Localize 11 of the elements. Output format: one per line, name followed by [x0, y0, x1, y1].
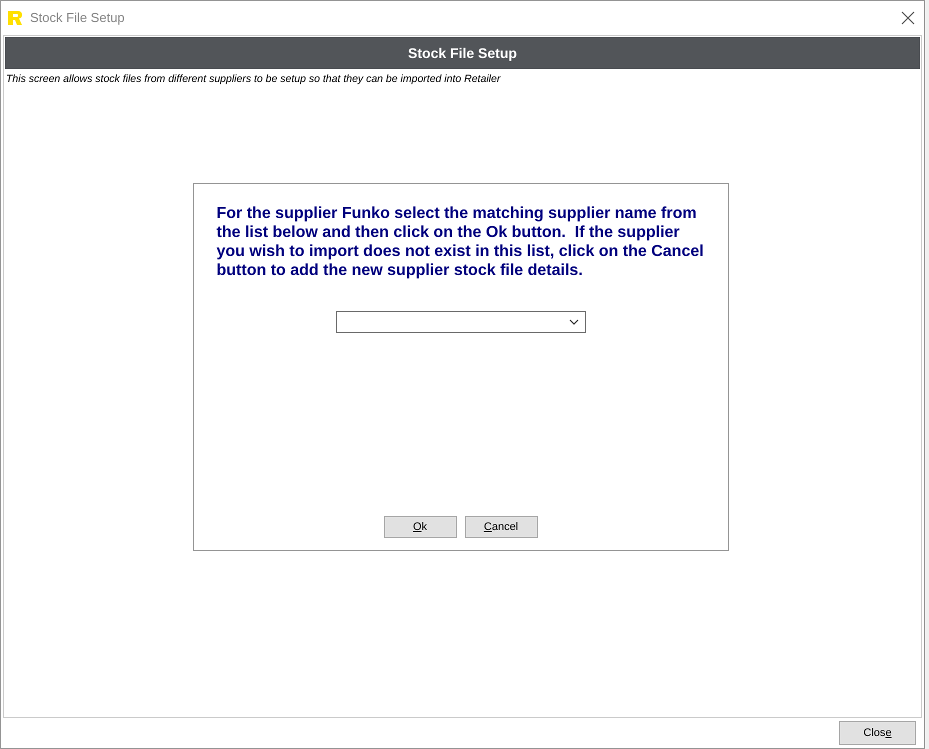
close-icon[interactable]: [901, 11, 915, 25]
header-title: Stock File Setup: [408, 44, 517, 63]
app-logo-icon: [8, 11, 22, 25]
dialog-button[interactable]: Cancel: [464, 516, 538, 538]
dialog-button[interactable]: Ok: [384, 516, 456, 538]
supplier-dropdown[interactable]: [336, 310, 586, 333]
close-button[interactable]: Close: [839, 721, 916, 745]
description-text: This screen allows stock files from different suppliers to be setup so that they can be imported into Retailer: [5, 72, 502, 87]
window-title: Stock File Setup: [30, 9, 125, 28]
chevron-down-icon: [568, 318, 578, 325]
instruction-text: For the supplier Funko select the matching supplier name from the list below and then click on the Ok button. If the supplier you wish to import does not exist in this list, click on the Cancel button to add the new supplier stock file details.: [216, 204, 705, 280]
